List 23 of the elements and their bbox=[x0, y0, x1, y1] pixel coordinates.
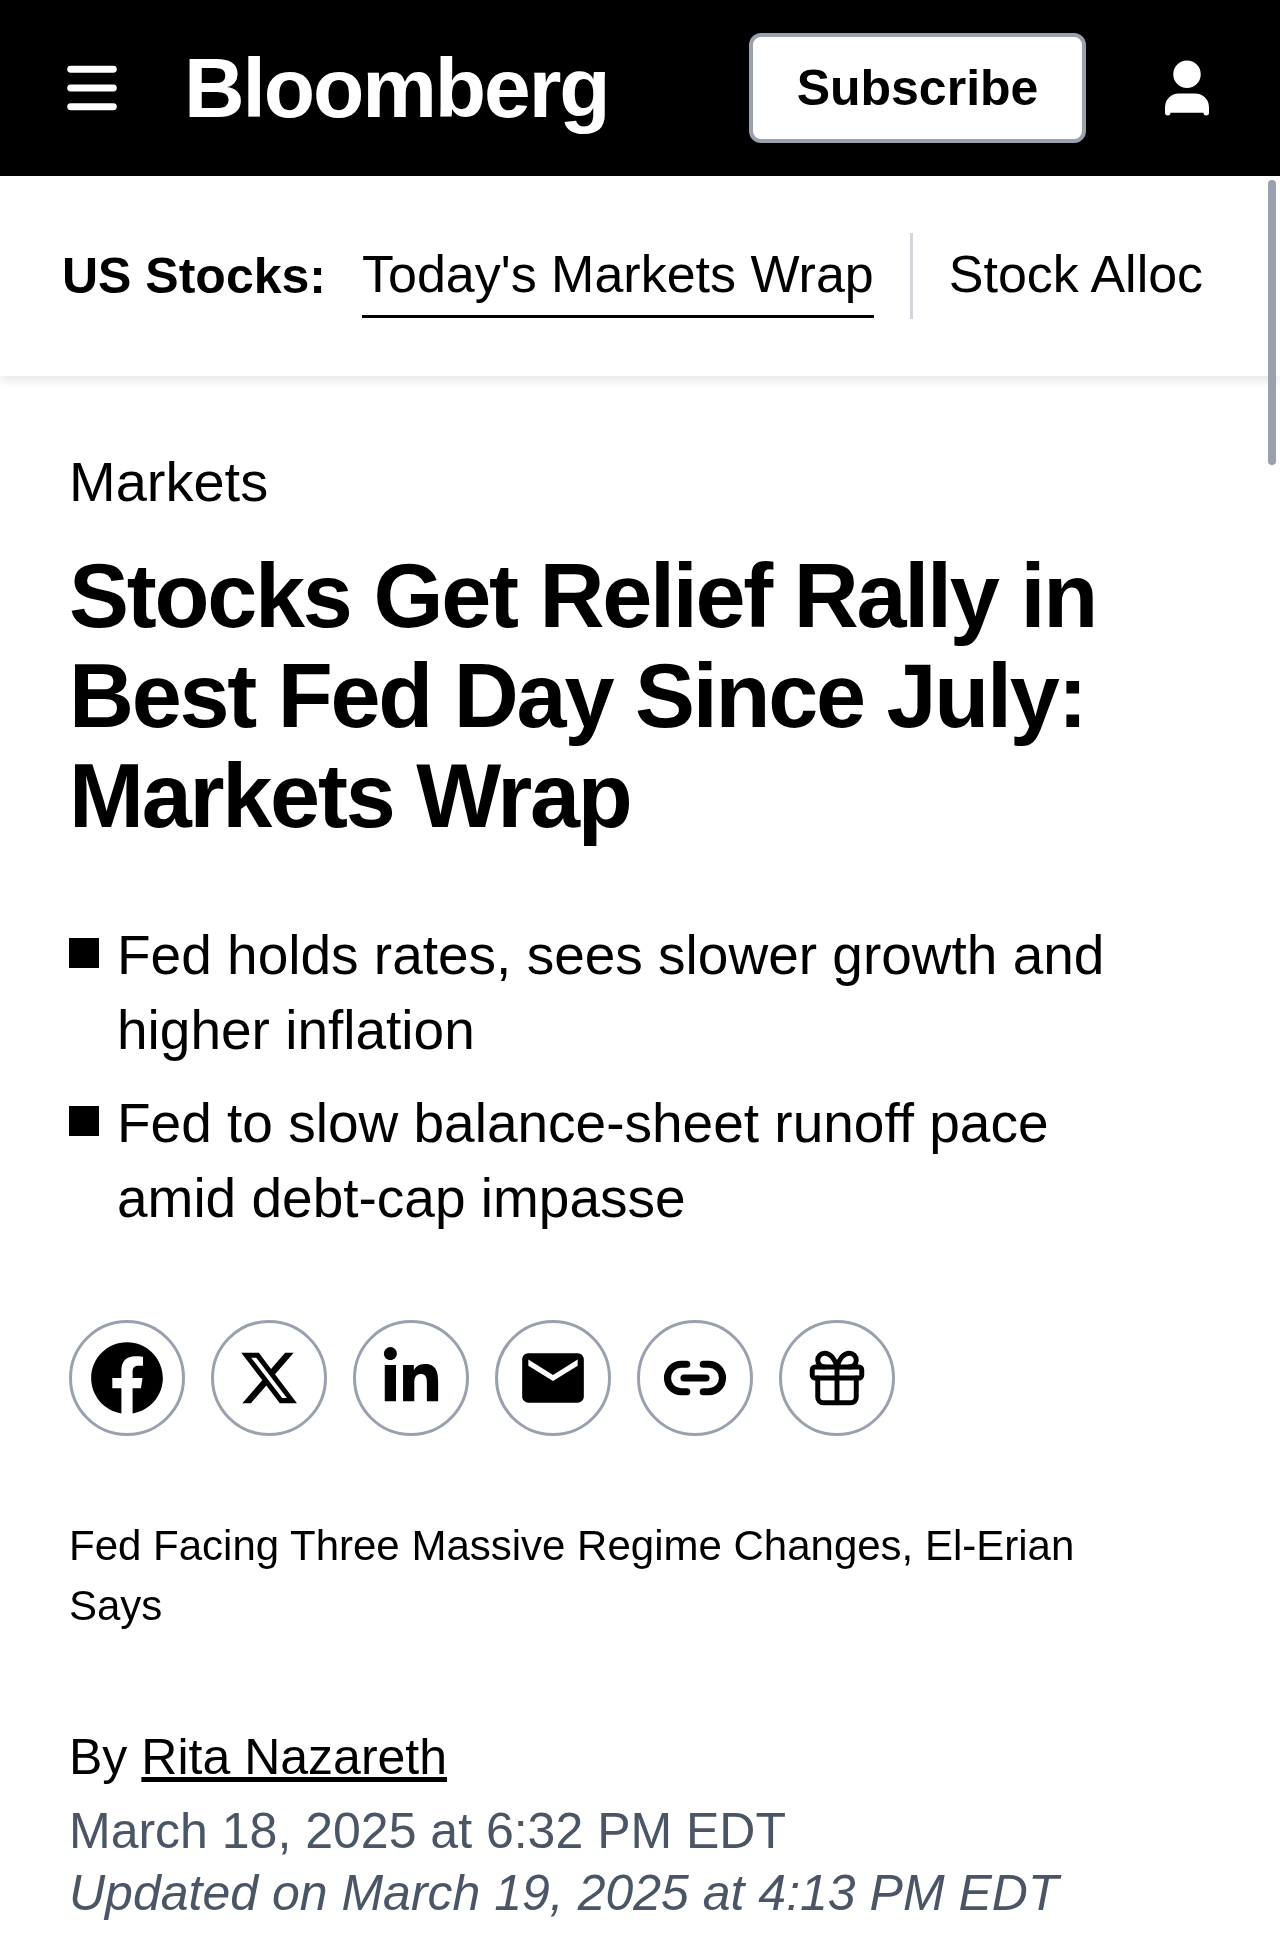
bullet-square bbox=[69, 1106, 99, 1136]
nav-link[interactable]: Stock Alloc bbox=[948, 234, 1204, 318]
scrollbar[interactable] bbox=[1268, 180, 1276, 465]
headline: Stocks Get Relief Rally in Best Fed Day Since July: Markets Wrap bbox=[69, 546, 1097, 846]
section-label[interactable]: Markets bbox=[69, 454, 1211, 510]
author-link[interactable]: Rita Nazareth bbox=[141, 1732, 448, 1782]
update-date: Updated on March 19, 2025 at 4:13 PM EDT bbox=[69, 1862, 1211, 1924]
bullet-square bbox=[69, 938, 99, 968]
gift-share-button[interactable] bbox=[779, 1320, 895, 1436]
publish-date: March 18, 2025 at 6:32 PM EDT bbox=[69, 1802, 788, 1861]
x-share-button[interactable] bbox=[211, 1320, 327, 1436]
link-share-button[interactable] bbox=[637, 1320, 753, 1436]
nav-label: US Stocks: bbox=[62, 246, 326, 306]
mail-share-button[interactable] bbox=[495, 1320, 611, 1436]
facebook-icon bbox=[90, 1341, 164, 1415]
nav-link[interactable]: Today's Markets Wrap bbox=[361, 234, 874, 318]
linkedin-share-button[interactable] bbox=[353, 1320, 469, 1436]
summary-bullet: Fed to slow balance-sheet runoff pace amid debt-cap impasse bbox=[117, 1091, 1050, 1231]
video-caption[interactable]: Fed Facing Three Massive Regime Changes, El-Erian Says bbox=[69, 1516, 1179, 1636]
subscribe-button[interactable]: Subscribe bbox=[749, 33, 1086, 143]
facebook-share-button[interactable] bbox=[69, 1320, 185, 1436]
summary-bullet: Fed holds rates, sees slower growth and higher inflation bbox=[117, 923, 1106, 1063]
byline: By bbox=[69, 1732, 128, 1782]
